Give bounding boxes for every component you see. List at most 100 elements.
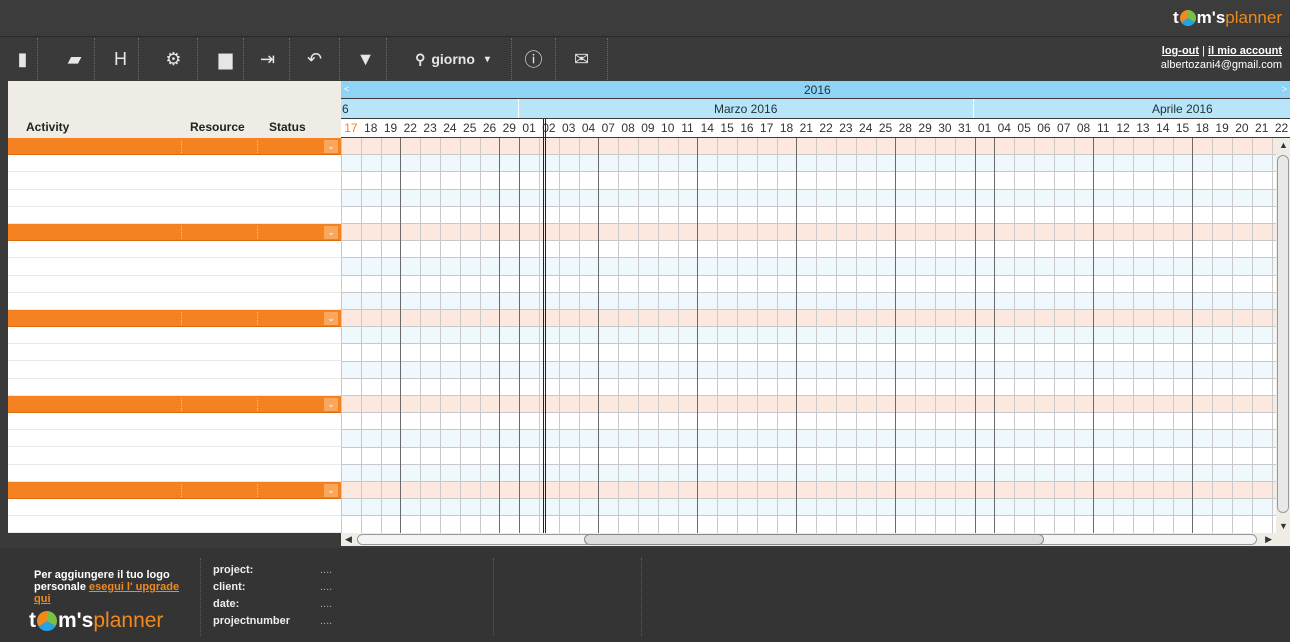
- activity-column-header[interactable]: Activity: [26, 120, 69, 134]
- day-label: 21: [1255, 121, 1269, 135]
- scroll-up-icon[interactable]: ▲: [1279, 140, 1288, 150]
- vertical-scrollbar[interactable]: ▲ ▼: [1276, 138, 1290, 533]
- logout-link[interactable]: log-out: [1162, 45, 1199, 57]
- info-button[interactable]: ⓘ: [512, 38, 556, 80]
- gantt-row[interactable]: [341, 275, 1276, 293]
- scroll-left-icon[interactable]: <: [344, 84, 349, 94]
- activity-row[interactable]: [8, 172, 341, 190]
- activity-row[interactable]: [8, 361, 341, 379]
- gantt-row[interactable]: [341, 413, 1276, 431]
- project-meta-values[interactable]: .... .... .... ....: [320, 562, 332, 630]
- day-column-line: [341, 138, 342, 533]
- group-header-row[interactable]: ⌄: [8, 138, 341, 156]
- gantt-row[interactable]: [341, 378, 1276, 396]
- activity-row[interactable]: [8, 447, 341, 465]
- gantt-group-row[interactable]: [341, 310, 1276, 328]
- activity-row[interactable]: [8, 516, 341, 533]
- gantt-group-row[interactable]: [341, 224, 1276, 242]
- gantt-row[interactable]: [341, 206, 1276, 224]
- day-label: 22: [403, 121, 417, 135]
- new-button[interactable]: ▮: [8, 38, 38, 80]
- gantt-row[interactable]: [341, 361, 1276, 379]
- mail-button[interactable]: ✉: [556, 38, 608, 80]
- horizontal-scrollbar[interactable]: ◀ ▶: [341, 533, 1290, 546]
- group-header-row[interactable]: ⌄: [8, 395, 341, 413]
- gantt-row[interactable]: [341, 516, 1276, 533]
- day-label: 11: [681, 121, 694, 135]
- group-header-row[interactable]: ⌄: [8, 223, 341, 242]
- chevron-down-icon[interactable]: ⌄: [324, 140, 338, 153]
- gantt-row[interactable]: [341, 327, 1276, 345]
- gantt-row[interactable]: [341, 292, 1276, 310]
- open-folder-button[interactable]: ▰: [55, 38, 95, 80]
- gantt-row[interactable]: [341, 258, 1276, 276]
- gantt-row[interactable]: [341, 447, 1276, 465]
- logo-text-t: t: [1172, 8, 1179, 27]
- day-column-line: [360, 138, 362, 533]
- gantt-row[interactable]: [341, 464, 1276, 482]
- scroll-right-arrow-icon[interactable]: ▶: [1265, 534, 1272, 545]
- activity-row[interactable]: [8, 258, 341, 276]
- filter-button[interactable]: ▼: [345, 38, 387, 80]
- group-header-row[interactable]: ⌄: [8, 309, 341, 328]
- save-button[interactable]: H: [103, 38, 139, 80]
- day-label: 26: [482, 121, 497, 135]
- chevron-down-icon[interactable]: ⌄: [324, 311, 338, 325]
- gantt-row[interactable]: [341, 344, 1276, 362]
- vertical-scroll-thumb[interactable]: [1277, 155, 1289, 513]
- chevron-down-icon[interactable]: ⌄: [324, 397, 338, 411]
- gantt-row[interactable]: [341, 189, 1276, 207]
- gantt-row[interactable]: [341, 241, 1276, 259]
- status-column-header[interactable]: Status: [269, 120, 306, 134]
- gantt-grid[interactable]: [341, 138, 1276, 533]
- activity-row[interactable]: [8, 379, 341, 396]
- activity-row[interactable]: [8, 430, 341, 448]
- day-column-line: [1073, 138, 1075, 533]
- group-header-row[interactable]: ⌄: [8, 481, 341, 499]
- activity-row[interactable]: [8, 276, 341, 293]
- horizontal-scroll-thumb[interactable]: [584, 534, 1044, 545]
- resource-column-header[interactable]: Resource: [190, 120, 245, 134]
- activity-row[interactable]: [8, 155, 341, 173]
- project-meta-labels: project: client: date: projectnumber: [213, 562, 290, 630]
- print-button[interactable]: ▆: [208, 38, 244, 80]
- scroll-left-arrow-icon[interactable]: ◀: [345, 534, 352, 545]
- gantt-row[interactable]: [341, 172, 1276, 190]
- activity-row[interactable]: [8, 241, 341, 259]
- chevron-down-icon[interactable]: ⌄: [324, 483, 338, 497]
- gantt-row[interactable]: [341, 155, 1276, 173]
- scroll-right-icon[interactable]: >: [1282, 84, 1287, 94]
- day-label: 09: [641, 121, 655, 135]
- activity-row[interactable]: [8, 344, 341, 362]
- day-label: 30: [938, 121, 952, 135]
- my-account-link[interactable]: il mio account: [1208, 45, 1282, 57]
- activity-row[interactable]: [8, 465, 341, 482]
- settings-button[interactable]: ⚙: [150, 38, 198, 80]
- gantt-group-row[interactable]: [341, 396, 1276, 414]
- gantt-group-row[interactable]: [341, 138, 1276, 156]
- gantt-row[interactable]: [341, 430, 1276, 448]
- gantt-group-row[interactable]: [341, 482, 1276, 500]
- activity-row[interactable]: [8, 207, 341, 224]
- day-column-line: [1014, 138, 1016, 533]
- chevron-down-icon[interactable]: ⌄: [324, 225, 338, 239]
- project-value[interactable]: ....: [320, 562, 332, 579]
- gantt-row[interactable]: [341, 499, 1276, 517]
- activity-row[interactable]: [8, 499, 341, 517]
- zoom-dropdown[interactable]: ⚲ giorno ▾: [394, 38, 512, 80]
- projectnumber-value[interactable]: ....: [320, 613, 332, 630]
- day-column-line: [459, 138, 461, 533]
- activity-row[interactable]: [8, 327, 341, 345]
- activity-row[interactable]: [8, 293, 341, 310]
- date-value[interactable]: ....: [320, 596, 332, 613]
- activity-row[interactable]: [8, 413, 341, 431]
- day-label: 07: [601, 121, 615, 135]
- scroll-down-icon[interactable]: ▼: [1279, 521, 1288, 531]
- client-value[interactable]: ....: [320, 579, 332, 596]
- day-column-line: [855, 138, 857, 533]
- logo-text-ms: m's: [58, 609, 94, 632]
- export-button[interactable]: ⇥: [246, 38, 290, 80]
- activity-row[interactable]: [8, 190, 341, 207]
- undo-button[interactable]: ↶: [290, 38, 340, 80]
- today-marker[interactable]: [543, 119, 546, 533]
